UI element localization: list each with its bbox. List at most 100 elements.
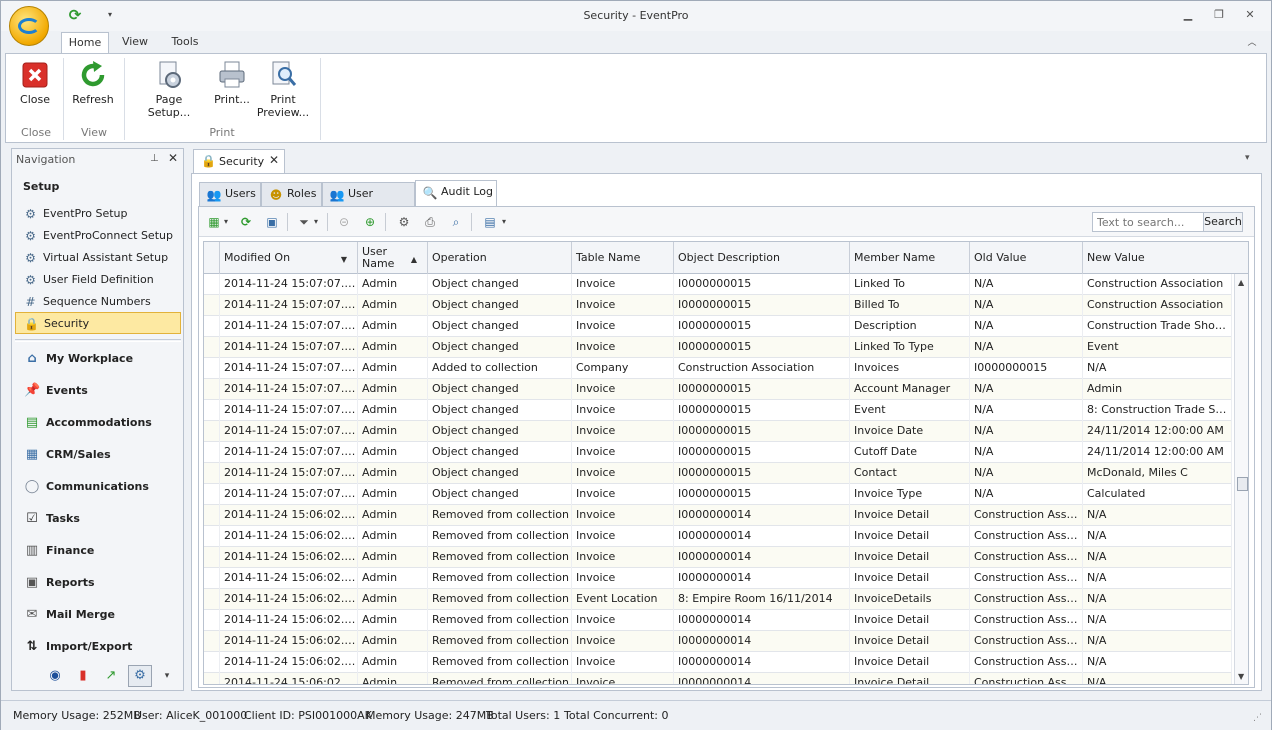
module-events[interactable]: 📌 Events [15, 375, 181, 407]
subtab-users[interactable]: 👥 Users [199, 182, 261, 206]
row-indicator[interactable] [204, 631, 220, 652]
tab-view[interactable]: View [117, 32, 153, 54]
table-row[interactable]: 2014-11-24 15:07:07.643 Admin Object chang… [204, 463, 1232, 484]
table-row[interactable]: 2014-11-24 15:07:07.643 Admin Object chang… [204, 442, 1232, 463]
tab-tools[interactable]: Tools [165, 32, 205, 54]
row-indicator[interactable] [204, 316, 220, 337]
scroll-down-icon[interactable]: ▼ [1238, 672, 1244, 681]
window-close-button[interactable]: ✕ [1241, 7, 1259, 23]
row-indicator[interactable] [204, 274, 220, 295]
module-finance[interactable]: ▥ Finance [15, 535, 181, 567]
tab-home[interactable]: Home [61, 32, 109, 54]
document-tab-security[interactable]: 🔒 Security ✕ [193, 149, 285, 173]
column-header-table-name[interactable]: Table Name [572, 242, 674, 274]
expand-all-icon[interactable]: ⊕ [361, 213, 379, 231]
nav-item-virtual-assistant-setup[interactable]: ⚙ Virtual Assistant Setup [15, 247, 181, 269]
column-header-old-value[interactable]: Old Value [970, 242, 1083, 274]
app-menu-orb-icon[interactable] [9, 6, 49, 46]
module-reports[interactable]: ▣ Reports [15, 567, 181, 599]
row-indicator[interactable] [204, 673, 220, 684]
table-row[interactable]: 2014-11-24 15:06:02.893 Admin Removed from… [204, 547, 1232, 568]
row-indicator[interactable] [204, 505, 220, 526]
setup-gear-icon[interactable]: ⚙ [128, 665, 152, 687]
grid-print-icon[interactable]: ⎙ [421, 213, 439, 231]
navigation-close-icon[interactable]: ✕ [168, 151, 178, 165]
table-row[interactable]: 2014-11-24 15:06:02.890 Admin Removed from… [204, 652, 1232, 673]
row-indicator[interactable] [204, 379, 220, 400]
module-crm-sales[interactable]: ▦ CRM/Sales [15, 439, 181, 471]
grid-refresh-icon[interactable]: ⟳ [237, 213, 255, 231]
column-header-object-description[interactable]: Object Description [674, 242, 850, 274]
grid-page-setup-icon[interactable]: ⚙ [395, 213, 413, 231]
ribbon-collapse-icon[interactable]: ︿ [1245, 35, 1259, 49]
column-header-operation[interactable]: Operation [428, 242, 572, 274]
document-menu-dropdown-icon[interactable]: ▾ [1245, 153, 1250, 163]
refresh-button[interactable]: Refresh [68, 58, 118, 120]
export-dropdown-icon[interactable]: ▾ [221, 213, 231, 231]
column-header-user-name[interactable]: User Name ▲ [358, 242, 428, 274]
row-indicator[interactable] [204, 568, 220, 589]
close-button[interactable]: Close [12, 58, 58, 120]
table-row[interactable]: 2014-11-24 15:06:02.890 Admin Removed from… [204, 673, 1232, 684]
print-preview-button[interactable]: Print Preview... [256, 58, 310, 120]
row-indicator[interactable] [204, 337, 220, 358]
table-row[interactable]: 2014-11-24 15:07:07.643 Admin Object chang… [204, 337, 1232, 358]
column-header-new-value[interactable]: New Value [1083, 242, 1248, 274]
module-communications[interactable]: ◯ Communications [15, 471, 181, 503]
module-my-workplace[interactable]: ⌂ My Workplace [15, 343, 181, 375]
module-accommodations[interactable]: ▤ Accommodations [15, 407, 181, 439]
restore-button[interactable]: ❐ [1210, 7, 1228, 23]
minimize-button[interactable]: ▁ [1179, 7, 1197, 23]
layout-icon[interactable]: ▤ [481, 213, 499, 231]
row-indicator[interactable] [204, 295, 220, 316]
nav-item-eventpro-setup[interactable]: ⚙ EventPro Setup [15, 203, 181, 225]
table-row[interactable]: 2014-11-24 15:06:02.893 Admin Removed from… [204, 568, 1232, 589]
table-row[interactable]: 2014-11-24 15:06:02.890 Admin Removed from… [204, 631, 1232, 652]
row-indicator[interactable] [204, 589, 220, 610]
table-row[interactable]: 2014-11-24 15:06:02.890 Admin Removed from… [204, 610, 1232, 631]
grid-print-preview-icon[interactable]: ⌕ [447, 213, 465, 231]
navigation-splitter[interactable] [15, 339, 181, 342]
row-indicator[interactable] [204, 610, 220, 631]
pin-icon[interactable]: ⊥ [150, 153, 159, 164]
globe-icon[interactable]: ◉ [46, 667, 64, 685]
table-row[interactable]: 2014-11-24 15:07:07.643 Admin Object chang… [204, 379, 1232, 400]
table-row[interactable]: 2014-11-24 15:07:07.643 Admin Added to col… [204, 358, 1232, 379]
search-input[interactable] [1092, 212, 1204, 232]
nav-item-sequence-numbers[interactable]: # Sequence Numbers [15, 291, 181, 313]
row-indicator[interactable] [204, 526, 220, 547]
subtab-audit-log[interactable]: 🔍 Audit Log [415, 180, 497, 206]
table-row[interactable]: 2014-11-24 15:07:07.643 Admin Object chang… [204, 484, 1232, 505]
vertical-scrollbar[interactable]: ▲ ▼ [1234, 274, 1248, 684]
nav-item-security[interactable]: 🔒 Security [15, 312, 181, 334]
quick-access-refresh-icon[interactable]: ⟳ [67, 7, 83, 23]
table-row[interactable]: 2014-11-24 15:06:02.893 Admin Removed from… [204, 526, 1232, 547]
search-button[interactable]: Search [1203, 212, 1243, 232]
subtab-roles[interactable]: ☻ Roles [261, 182, 322, 206]
subtab-user-groups[interactable]: 👥User Groups [322, 182, 415, 222]
page-setup-button[interactable]: Page Setup... [133, 58, 205, 120]
document-tab-close-icon[interactable]: ✕ [269, 153, 279, 167]
table-row[interactable]: 2014-11-24 15:06:02.893 Admin Removed from… [204, 505, 1232, 526]
table-row[interactable]: 2014-11-24 15:07:07.643 Admin Object chang… [204, 274, 1232, 295]
row-indicator[interactable] [204, 652, 220, 673]
module-mail-merge[interactable]: ✉ Mail Merge [15, 599, 181, 631]
row-indicator[interactable] [204, 421, 220, 442]
row-indicator[interactable] [204, 358, 220, 379]
column-chooser-icon[interactable]: ▣ [263, 213, 281, 231]
table-row[interactable]: 2014-11-24 15:07:07.643 Admin Object chang… [204, 400, 1232, 421]
layout-dropdown-icon[interactable]: ▾ [499, 213, 509, 231]
nav-item-eventproconnect-setup[interactable]: ⚙ EventProConnect Setup [15, 225, 181, 247]
row-indicator[interactable] [204, 442, 220, 463]
column-header-modified-on[interactable]: Modified On ▼ [220, 242, 358, 274]
row-indicator[interactable] [204, 547, 220, 568]
column-header-member-name[interactable]: Member Name [850, 242, 970, 274]
module-import-export[interactable]: ⇅ Import/Export [15, 631, 181, 663]
table-row[interactable]: 2014-11-24 15:06:02.890 Admin Removed from… [204, 589, 1232, 610]
scroll-up-icon[interactable]: ▲ [1238, 278, 1244, 287]
nav-overflow-dropdown-icon[interactable]: ▾ [158, 667, 176, 685]
row-indicator[interactable] [204, 463, 220, 484]
filter-dropdown-icon[interactable]: ▾ [311, 213, 321, 231]
print-button[interactable]: Print... [209, 58, 255, 120]
resize-grip-icon[interactable]: ⋰ [1253, 713, 1262, 723]
